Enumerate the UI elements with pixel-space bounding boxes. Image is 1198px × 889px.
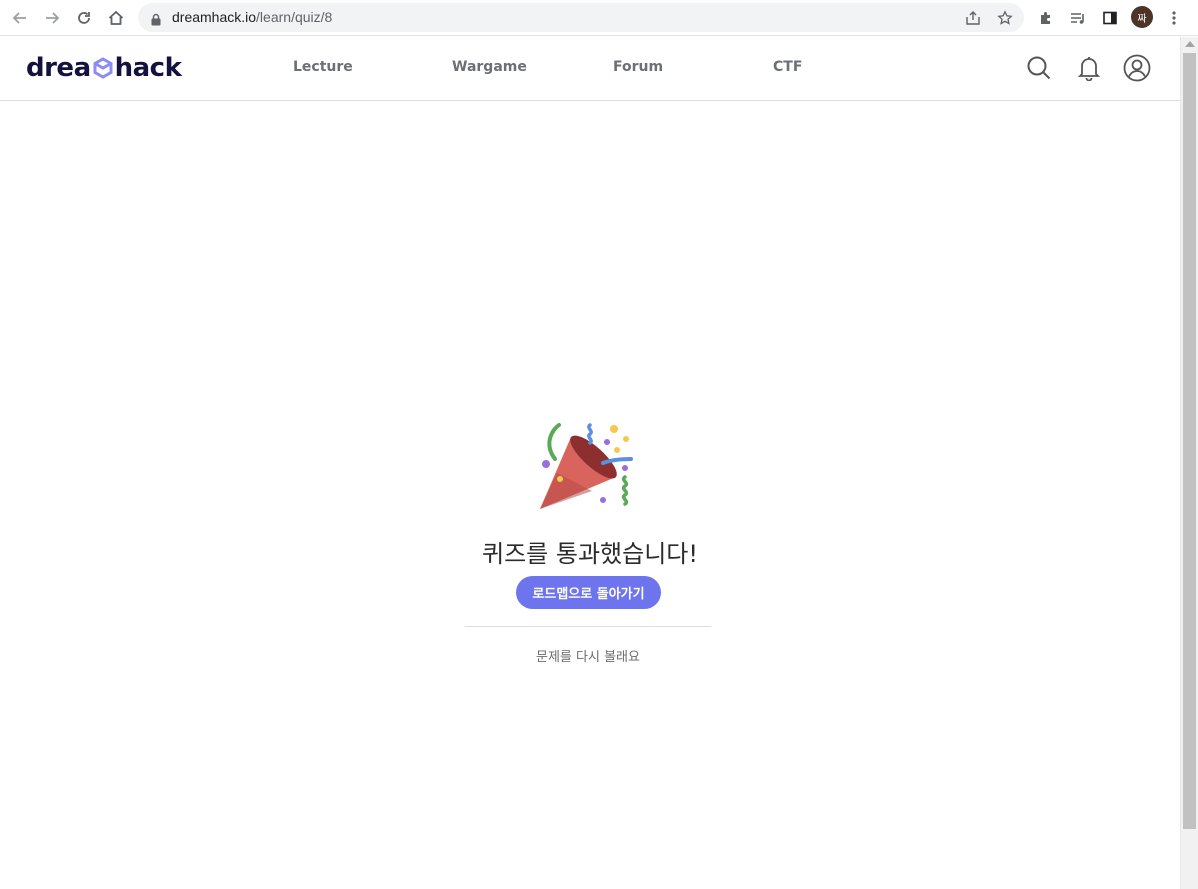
side-panel-icon[interactable] [1098,6,1122,30]
nav-wargame[interactable]: Wargame [452,59,527,75]
forward-icon[interactable] [40,6,64,30]
review-quiz-link[interactable]: 문제를 다시 볼래요 [465,646,711,665]
back-to-roadmap-button[interactable]: 로드맵으로 돌아가기 [516,576,661,609]
quiz-result-content: 퀴즈를 통과했습니다! 로드맵으로 돌아가기 문제를 다시 볼래요 [0,101,1180,889]
logo-mark-icon [93,57,113,79]
search-icon[interactable] [1024,53,1054,83]
bell-icon[interactable] [1074,53,1104,83]
logo-text-left: drea [26,53,91,83]
nav-ctf[interactable]: CTF [773,59,802,75]
share-icon[interactable] [964,9,982,27]
lock-icon[interactable] [150,11,162,30]
nav-lecture[interactable]: Lecture [293,59,353,75]
extensions-icon[interactable] [1034,6,1058,30]
url-host: dreamhack.io [172,9,257,25]
nav-forum[interactable]: Forum [613,59,663,75]
party-popper-icon [540,423,633,509]
home-icon[interactable] [104,6,128,30]
quiz-pass-title: 퀴즈를 통과했습니다! [482,540,698,568]
more-menu-icon[interactable] [1162,6,1186,30]
url-path: /learn/quiz/8 [256,9,333,25]
url-text: dreamhack.io/learn/quiz/8 [172,9,332,25]
back-icon[interactable] [8,6,32,30]
reload-icon[interactable] [72,6,96,30]
logo-text-right: hack [114,53,182,83]
page-scrollbar[interactable] [1180,37,1198,889]
address-bar[interactable]: dreamhack.io/learn/quiz/8 [138,3,1024,32]
dreamhack-logo[interactable]: drea hack [26,51,182,85]
browser-toolbar: dreamhack.io/learn/quiz/8 짜 [0,0,1198,36]
profile-avatar[interactable]: 짜 [1131,6,1153,28]
divider [465,626,711,627]
media-queue-icon[interactable] [1066,6,1090,30]
bookmark-star-icon[interactable] [996,9,1014,27]
user-icon[interactable] [1122,53,1152,83]
scrollbar-thumb[interactable] [1183,53,1196,829]
scroll-up-arrow-icon[interactable] [1185,41,1195,47]
site-header: drea hack Lecture Wargame Forum CTF [0,37,1180,101]
